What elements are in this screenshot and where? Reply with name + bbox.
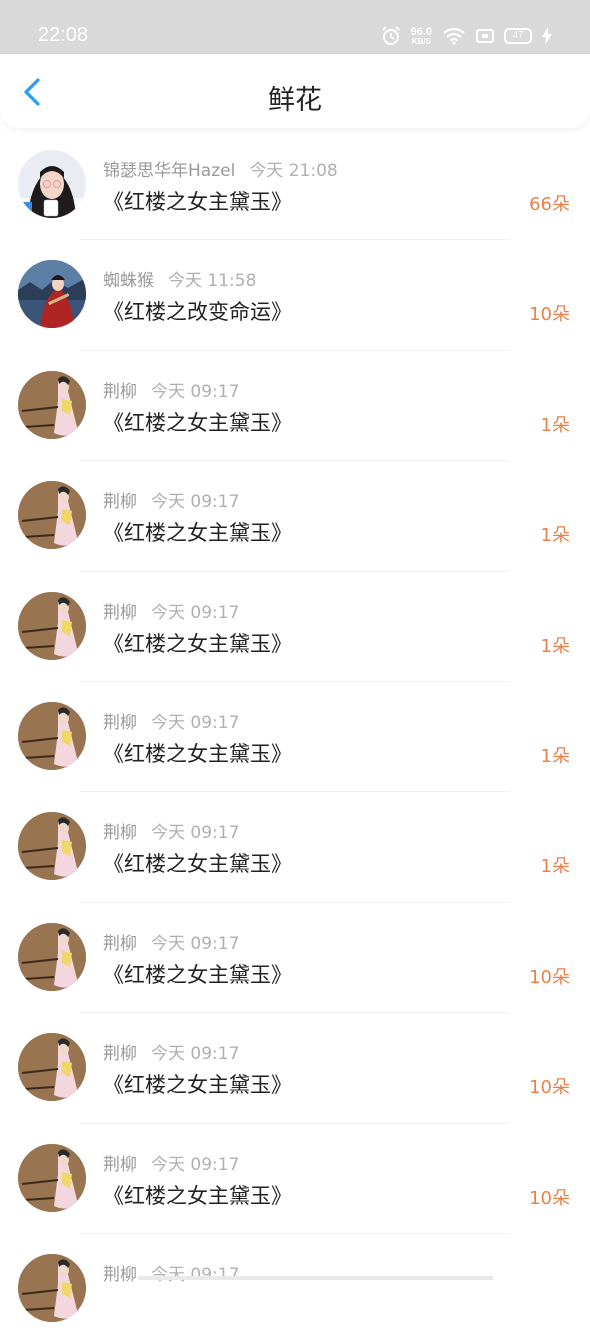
flower-count: 10朵 bbox=[529, 966, 570, 988]
book-title[interactable]: 《红楼之女主黛玉》 bbox=[103, 959, 292, 989]
timestamp: 今天 09:17 bbox=[151, 602, 240, 623]
timestamp: 今天 09:17 bbox=[151, 381, 240, 402]
charging-icon bbox=[542, 27, 552, 45]
record-meta: 荆柳 今天 09:17 bbox=[103, 708, 239, 733]
screen-cast-icon bbox=[476, 29, 494, 43]
timestamp: 今天 09:17 bbox=[151, 1264, 240, 1285]
list-item[interactable]: 荆柳 今天 09:17 《红楼之女主黛玉》 10朵 bbox=[0, 1013, 590, 1124]
book-title[interactable]: 《红楼之改变命运》 bbox=[103, 296, 292, 326]
book-title[interactable]: 《红楼之女主黛玉》 bbox=[103, 628, 292, 658]
book-title[interactable]: 《红楼之女主黛玉》 bbox=[103, 186, 292, 216]
avatar[interactable] bbox=[18, 1143, 86, 1212]
record-meta: 荆柳 今天 09:17 bbox=[103, 1260, 239, 1285]
record-meta: 蜘蛛猴 今天 11:58 bbox=[103, 266, 256, 291]
record-meta: 荆柳 今天 09:17 bbox=[103, 487, 239, 512]
timestamp: 今天 09:17 bbox=[151, 712, 240, 733]
avatar[interactable] bbox=[18, 370, 86, 439]
timestamp: 今天 09:17 bbox=[151, 492, 240, 513]
avatar[interactable] bbox=[18, 260, 86, 329]
scroll-indicator bbox=[138, 1276, 493, 1280]
list-item[interactable]: 荆柳 今天 09:17 《红楼之女主黛玉》 1朵 bbox=[0, 792, 590, 903]
flower-count: 10朵 bbox=[529, 1187, 570, 1209]
list-item[interactable]: 荆柳 今天 09:17 《红楼之女主黛玉》 1朵 bbox=[0, 461, 590, 572]
username[interactable]: 荆柳 bbox=[103, 713, 137, 733]
record-meta: 荆柳 今天 09:17 bbox=[103, 1150, 239, 1175]
flower-count: 1朵 bbox=[540, 635, 570, 657]
username[interactable]: 荆柳 bbox=[103, 1155, 137, 1175]
avatar[interactable] bbox=[18, 701, 86, 770]
timestamp: 今天 09:17 bbox=[151, 933, 240, 954]
flower-count: 1朵 bbox=[540, 856, 570, 878]
status-icons: 96.0 KB/S 47 bbox=[381, 24, 552, 48]
book-title[interactable]: 《红楼之女主黛玉》 bbox=[103, 517, 292, 547]
record-meta: 荆柳 今天 09:17 bbox=[103, 818, 239, 843]
nav-header: 鲜花 bbox=[0, 54, 590, 128]
book-title[interactable]: 《红楼之女主黛玉》 bbox=[103, 1180, 292, 1210]
timestamp: 今天 09:17 bbox=[151, 1154, 240, 1175]
record-meta: 荆柳 今天 09:17 bbox=[103, 1039, 239, 1064]
timestamp: 今天 09:17 bbox=[151, 823, 240, 844]
list-item[interactable]: 荆柳 今天 09:17 《红楼之女主黛玉》 1朵 bbox=[0, 351, 590, 462]
avatar[interactable] bbox=[18, 812, 86, 881]
flower-record-list: 锦瑟思华年Hazel 今天 21:08 《红楼之女主黛玉》 66朵 蜘蛛猴 今天 1… bbox=[0, 130, 590, 1344]
username[interactable]: 荆柳 bbox=[103, 823, 137, 843]
flower-count: 10朵 bbox=[529, 1077, 570, 1099]
book-title[interactable]: 《红楼之女主黛玉》 bbox=[103, 848, 292, 878]
list-item[interactable]: 荆柳 今天 09:17 《红楼之女主黛玉》 10朵 bbox=[0, 1124, 590, 1234]
flower-count: 1朵 bbox=[540, 745, 570, 767]
book-title[interactable]: 《红楼之女主黛玉》 bbox=[103, 1069, 292, 1099]
avatar[interactable] bbox=[18, 591, 86, 660]
flower-count: 66朵 bbox=[529, 194, 570, 215]
username[interactable]: 锦瑟思华年Hazel bbox=[103, 161, 235, 181]
avatar[interactable] bbox=[18, 150, 86, 218]
list-item[interactable]: 锦瑟思华年Hazel 今天 21:08 《红楼之女主黛玉》 66朵 bbox=[0, 130, 590, 241]
avatar[interactable] bbox=[18, 1033, 86, 1102]
username[interactable]: 荆柳 bbox=[103, 1265, 137, 1285]
record-meta: 荆柳 今天 09:17 bbox=[103, 377, 239, 402]
flower-count: 1朵 bbox=[540, 525, 570, 547]
list-item[interactable]: 蜘蛛猴 今天 11:58 《红楼之改变命运》 10朵 bbox=[0, 240, 590, 351]
book-title[interactable]: 《红楼之女主黛玉》 bbox=[103, 407, 292, 437]
list-item[interactable]: 荆柳 今天 09:17 《红楼之女主黛玉》 1朵 bbox=[0, 572, 590, 682]
wifi-icon bbox=[443, 27, 465, 45]
record-meta: 锦瑟思华年Hazel 今天 21:08 bbox=[103, 156, 338, 181]
status-time: 22:08 bbox=[38, 24, 89, 46]
list-item[interactable]: 荆柳 今天 09:17 bbox=[0, 1234, 590, 1344]
list-item[interactable]: 荆柳 今天 09:17 《红楼之女主黛玉》 10朵 bbox=[0, 903, 590, 1014]
username[interactable]: 荆柳 bbox=[103, 603, 137, 623]
status-bar: 22:08 96.0 KB/S 47 bbox=[0, 0, 590, 54]
list-item[interactable]: 荆柳 今天 09:17 《红楼之女主黛玉》 1朵 bbox=[0, 682, 590, 793]
timestamp: 今天 21:08 bbox=[249, 161, 338, 181]
page-title: 鲜花 bbox=[268, 85, 322, 116]
timestamp: 今天 11:58 bbox=[168, 271, 257, 292]
record-meta: 荆柳 今天 09:17 bbox=[103, 598, 239, 623]
alarm-icon bbox=[381, 26, 400, 45]
username[interactable]: 荆柳 bbox=[103, 934, 137, 954]
battery-icon: 47 bbox=[504, 28, 532, 44]
username[interactable]: 荆柳 bbox=[103, 492, 137, 512]
username[interactable]: 荆柳 bbox=[103, 382, 137, 402]
avatar[interactable] bbox=[18, 922, 86, 991]
username[interactable]: 荆柳 bbox=[103, 1044, 137, 1064]
book-title[interactable]: 《红楼之女主黛玉》 bbox=[103, 738, 292, 768]
flower-count: 10朵 bbox=[529, 304, 570, 326]
avatar[interactable] bbox=[18, 1253, 86, 1322]
timestamp: 今天 09:17 bbox=[151, 1044, 240, 1065]
flower-count: 1朵 bbox=[540, 414, 570, 436]
username[interactable]: 蜘蛛猴 bbox=[103, 271, 154, 291]
net-speed: 96.0 KB/S bbox=[410, 25, 432, 46]
record-meta: 荆柳 今天 09:17 bbox=[103, 929, 239, 954]
avatar[interactable] bbox=[18, 481, 86, 550]
